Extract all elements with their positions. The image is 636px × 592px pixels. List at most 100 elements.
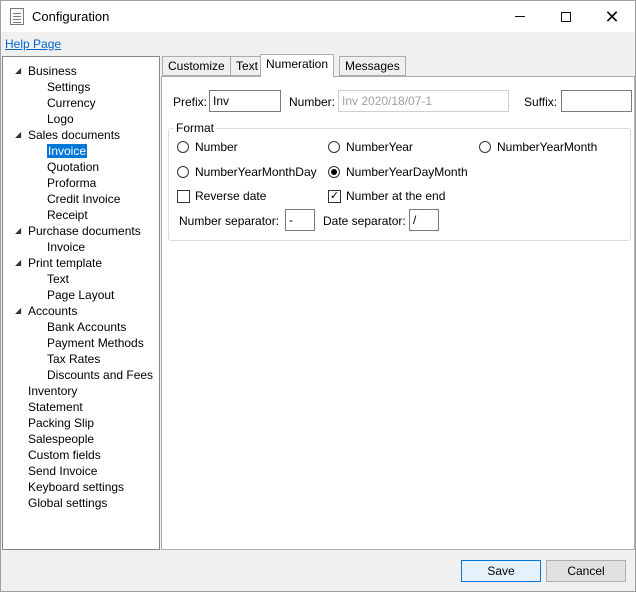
tree-item[interactable]: Text	[47, 271, 69, 287]
tree-item-label: Print template	[28, 256, 103, 270]
tree-item[interactable]: Packing Slip	[28, 415, 94, 431]
tree-item[interactable]: Purchase documents	[28, 223, 141, 239]
radio-number-year-day-month[interactable]: NumberYearDayMonth	[328, 164, 478, 180]
minimize-button[interactable]	[497, 1, 543, 32]
tab-text[interactable]: Text	[230, 56, 265, 76]
number-label: Number:	[289, 95, 336, 109]
expanded-arrow-icon[interactable]: ◢	[15, 303, 23, 319]
window-title: Configuration	[32, 9, 110, 24]
checkbox-box	[177, 190, 190, 203]
radio-circle	[177, 166, 189, 178]
expanded-arrow-icon[interactable]: ◢	[15, 63, 23, 79]
expanded-arrow-icon[interactable]: ◢	[15, 223, 23, 239]
date-separator-input[interactable]	[409, 209, 439, 231]
maximize-button[interactable]	[543, 1, 589, 32]
tree-item[interactable]: Logo	[47, 111, 74, 127]
tree-item-label: Currency	[47, 96, 96, 110]
radio-circle-selected	[328, 166, 340, 178]
radio-number-year-month-day[interactable]: NumberYearMonthDay	[177, 164, 322, 180]
tree-item-label: Inventory	[28, 384, 78, 398]
radio-number[interactable]: Number	[177, 139, 297, 155]
tree-item-label: Settings	[47, 80, 91, 94]
tree-item[interactable]: Payment Methods	[47, 335, 144, 351]
tree-item-label: Discounts and Fees	[47, 368, 154, 382]
title-bar[interactable]: Configuration ✕	[1, 1, 635, 32]
tree-item[interactable]: Discounts and Fees	[47, 367, 153, 383]
tree-item[interactable]: Credit Invoice	[47, 191, 120, 207]
number-separator-input[interactable]	[285, 209, 315, 231]
tree-item[interactable]: Business	[28, 63, 77, 79]
configuration-window: Configuration ✕ Help Page Business ◢ Setti…	[0, 0, 636, 592]
tree-item[interactable]: Invoice	[47, 143, 88, 159]
tree-item[interactable]: Salespeople	[28, 431, 94, 447]
tree-item-label: Quotation	[47, 160, 100, 174]
tree-item-label: Accounts	[28, 304, 78, 318]
tree-item[interactable]: Quotation	[47, 159, 99, 175]
suffix-label: Suffix:	[524, 95, 558, 109]
reverse-date-checkbox[interactable]: Reverse date	[177, 188, 287, 204]
radio-circle	[479, 141, 491, 153]
tree-item-label: Custom fields	[28, 448, 101, 462]
tree-item[interactable]: Print template	[28, 255, 102, 271]
tree-item-label: Keyboard settings	[28, 480, 125, 494]
tree-item[interactable]: Tax Rates	[47, 351, 100, 367]
save-button[interactable]: Save	[461, 560, 541, 582]
prefix-input[interactable]	[209, 90, 281, 112]
tree-item-label: Proforma	[47, 176, 97, 190]
tree-item-label: Logo	[47, 112, 74, 126]
radio-number-year[interactable]: NumberYear	[328, 139, 468, 155]
tree-item-label: Sales documents	[28, 128, 121, 142]
tree-item-label: Bank Accounts	[47, 320, 127, 334]
tree-item[interactable]: Bank Accounts	[47, 319, 126, 335]
number-at-end-checkbox[interactable]: ✓ Number at the end	[328, 188, 468, 204]
tree-item[interactable]: Page Layout	[47, 287, 114, 303]
number-preview-field	[338, 90, 509, 112]
date-separator-label: Date separator:	[323, 214, 406, 228]
help-page-link[interactable]: Help Page	[5, 37, 61, 51]
close-button[interactable]: ✕	[589, 1, 635, 32]
tab-messages[interactable]: Messages	[339, 56, 406, 76]
tree-item-label: Invoice	[47, 240, 86, 254]
expanded-arrow-icon[interactable]: ◢	[15, 127, 23, 143]
tree-item[interactable]: Keyboard settings	[28, 479, 124, 495]
tree-item-label: Invoice	[47, 144, 88, 158]
tree-item-label: Send Invoice	[28, 464, 98, 478]
tree-item-label: Page Layout	[47, 288, 115, 302]
radio-number-year-month[interactable]: NumberYearMonth	[479, 139, 629, 155]
tree-item[interactable]: Accounts	[28, 303, 77, 319]
tree-item[interactable]: Sales documents	[28, 127, 120, 143]
minimize-icon	[515, 16, 525, 17]
tree-item-label: Purchase documents	[28, 224, 141, 238]
tree-item-label: Salespeople	[28, 432, 95, 446]
maximize-icon	[561, 11, 571, 22]
tree-item[interactable]: Statement	[28, 399, 83, 415]
document-icon	[10, 8, 24, 25]
tree-item[interactable]: Receipt	[47, 207, 88, 223]
tree-item-label: Credit Invoice	[47, 192, 121, 206]
number-separator-label: Number separator:	[179, 214, 280, 228]
tree-item[interactable]: Global settings	[28, 495, 107, 511]
tree-item[interactable]: Invoice	[47, 239, 85, 255]
tree-item[interactable]: Proforma	[47, 175, 96, 191]
tree-item[interactable]: Custom fields	[28, 447, 101, 463]
cancel-button[interactable]: Cancel	[546, 560, 626, 582]
tree-item[interactable]: Currency	[47, 95, 96, 111]
radio-circle	[328, 141, 340, 153]
tree-item[interactable]: Inventory	[28, 383, 77, 399]
tree-item-label: Global settings	[28, 496, 108, 510]
suffix-input[interactable]	[561, 90, 632, 112]
expanded-arrow-icon[interactable]: ◢	[15, 255, 23, 271]
tree-item-label: Packing Slip	[28, 416, 95, 430]
settings-tree[interactable]: Business ◢ Settings Currency Logo Sales docum…	[2, 56, 160, 550]
tree-item-label: Receipt	[47, 208, 88, 222]
checkmark-icon: ✓	[328, 190, 341, 203]
tree-item-label: Payment Methods	[47, 336, 144, 350]
tree-item[interactable]: Send Invoice	[28, 463, 97, 479]
tab-numeration[interactable]: Numeration	[260, 54, 335, 77]
tree-item[interactable]: Settings	[47, 79, 90, 95]
tab-control: Customize Text Numeration Messages Prefi…	[161, 54, 635, 550]
tree-item-label: Business	[28, 64, 77, 78]
prefix-label: Prefix:	[173, 95, 208, 109]
format-group-title: Format	[174, 120, 217, 136]
tab-customize[interactable]: Customize	[162, 56, 231, 76]
